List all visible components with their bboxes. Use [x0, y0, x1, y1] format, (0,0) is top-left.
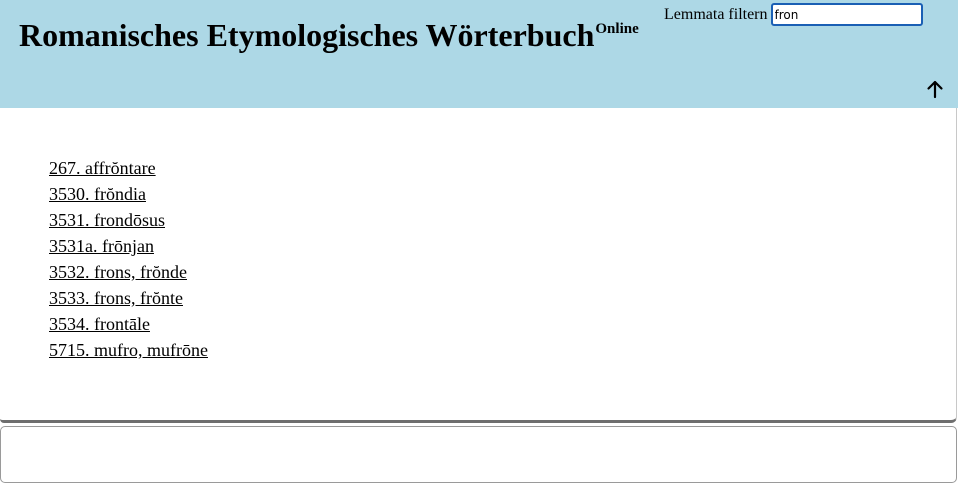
title-superscript: Online [595, 21, 639, 37]
result-link[interactable]: 3534. frontāle [49, 314, 150, 334]
list-item: 3531. frondōsus [49, 209, 208, 235]
filter-label: Lemmata filtern [664, 5, 768, 23]
result-link[interactable]: 3530. frŏndia [49, 184, 146, 204]
list-item: 267. affrŏntare [49, 157, 208, 183]
page-title: Romanisches Etymologisches WörterbuchOnl… [19, 15, 639, 55]
list-item: 3531a. frōnjan [49, 235, 208, 261]
list-item: 3534. frontāle [49, 313, 208, 339]
list-item: 3533. frons, frŏnte [49, 287, 208, 313]
arrow-up-icon[interactable] [923, 77, 947, 101]
lemma-filter: Lemmata filtern [664, 3, 923, 26]
filter-input[interactable] [770, 3, 923, 26]
detail-panel [0, 426, 957, 483]
results-list: 267. affrŏntare 3530. frŏndia 3531. fron… [49, 157, 208, 365]
header-bar: Romanisches Etymologisches WörterbuchOnl… [0, 0, 958, 108]
result-link[interactable]: 3531. frondōsus [49, 210, 165, 230]
result-link[interactable]: 267. affrŏntare [49, 158, 156, 178]
result-link[interactable]: 3532. frons, frŏnde [49, 262, 187, 282]
result-link[interactable]: 5715. mufro, mufrōne [49, 340, 208, 360]
page-title-text: Romanisches Etymologisches Wörterbuch [19, 17, 595, 53]
list-item: 3530. frŏndia [49, 183, 208, 209]
list-item: 5715. mufro, mufrōne [49, 339, 208, 365]
list-item: 3532. frons, frŏnde [49, 261, 208, 287]
result-link[interactable]: 3533. frons, frŏnte [49, 288, 183, 308]
result-link[interactable]: 3531a. frōnjan [49, 236, 154, 256]
